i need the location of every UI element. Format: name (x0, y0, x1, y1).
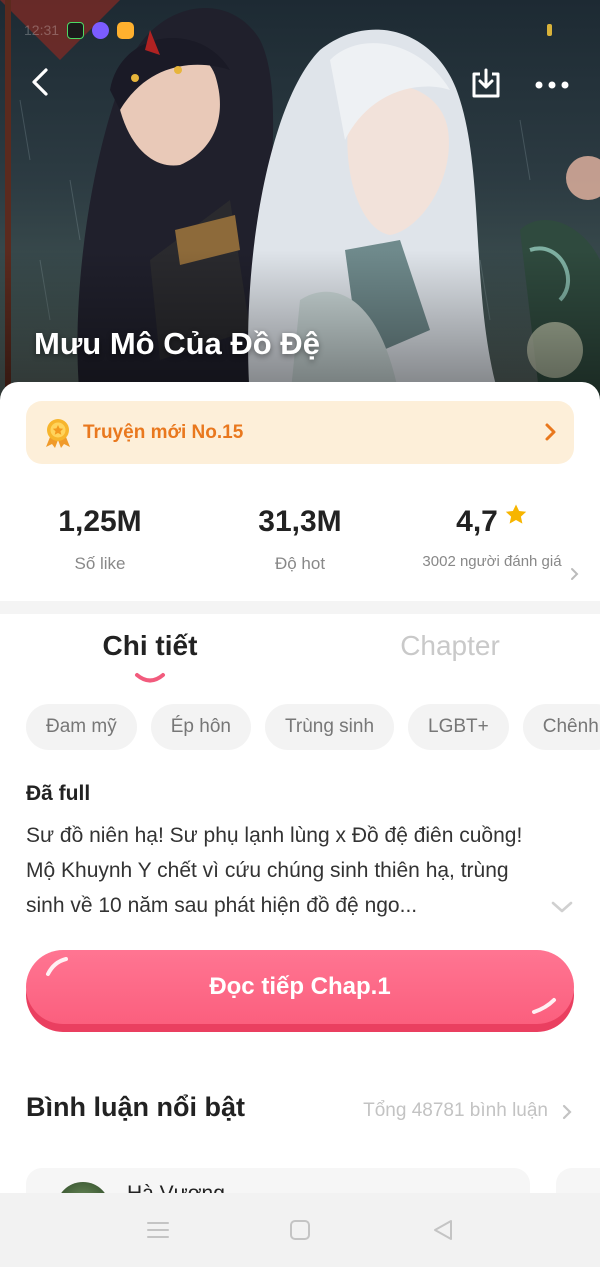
cover-banner: 12:31 Mưu Mô Của Đồ Đệ (0, 0, 600, 400)
chevron-right-icon (545, 423, 556, 441)
tag-chip[interactable]: Chênh (522, 704, 600, 750)
chevron-right-icon[interactable] (562, 1104, 572, 1120)
comments-total-link[interactable]: Tổng 48781 bình luận (363, 1100, 548, 1122)
status-bar: 12:31 (24, 20, 135, 40)
rating-value-row: 4,7 (392, 502, 592, 542)
rank-banner[interactable]: Truyện mới No.15 (26, 401, 574, 464)
photos-icon (117, 21, 135, 39)
tag-chip[interactable]: LGBT+ (408, 704, 509, 750)
tab-details[interactable]: Chi tiết (0, 630, 300, 662)
comic-title: Mưu Mô Của Đồ Đệ (34, 326, 320, 361)
tag-chip[interactable]: Trùng sinh (264, 704, 395, 750)
active-tab-indicator-icon (135, 673, 165, 683)
comments-header: Bình luận nổi bật Tổng 48781 bình luận (26, 1090, 574, 1130)
more-dots-icon (535, 81, 569, 89)
rating-chevron-icon[interactable] (570, 567, 580, 581)
rating-count-label: 3002 người đánh giá (422, 553, 562, 570)
download-icon (472, 68, 500, 98)
synopsis-text: Sư đồ niên hạ! Sư phụ lạnh lùng x Đồ đệ … (26, 824, 523, 917)
genre-tags: Đam mỹ Ép hôn Trùng sinh LGBT+ Chênh (26, 704, 600, 752)
continue-reading-button[interactable]: Đọc tiếp Chap.1 (26, 950, 574, 1032)
star-icon (505, 504, 527, 524)
stat-hot: 31,3M Độ hot (200, 502, 400, 574)
likes-label: Số like (74, 554, 126, 573)
more-options-button[interactable] (532, 68, 572, 102)
messenger-icon (92, 21, 110, 39)
rank-label: Truyện mới No.15 (83, 421, 244, 443)
tab-chapter[interactable]: Chapter (300, 630, 600, 662)
detail-sheet: Truyện mới No.15 1,25M Số like 31,3M Độ … (0, 382, 600, 1267)
section-divider (0, 601, 600, 614)
home-square-icon[interactable] (285, 1217, 315, 1243)
back-triangle-icon[interactable] (428, 1217, 458, 1243)
rating-value: 4,7 (456, 505, 498, 538)
chevron-left-icon (32, 68, 48, 96)
completion-status: Đã full (26, 782, 91, 805)
game-notification-icon (67, 21, 85, 39)
stat-rating[interactable]: 4,7 3002 người đánh giá (392, 502, 592, 572)
stat-likes: 1,25M Số like (0, 502, 200, 574)
status-time: 12:31 (24, 22, 60, 38)
tab-bar: Chi tiết Chapter (0, 614, 600, 686)
continue-reading-label: Đọc tiếp Chap.1 (209, 973, 391, 1000)
chevron-down-icon[interactable] (550, 900, 574, 914)
menu-icon[interactable] (143, 1217, 173, 1243)
hot-label: Độ hot (274, 554, 326, 573)
tag-chip[interactable]: Ép hôn (150, 704, 251, 750)
medal-icon (46, 418, 70, 448)
comments-title: Bình luận nổi bật (26, 1092, 245, 1122)
back-button[interactable] (22, 64, 58, 100)
system-navigation-bar (0, 1193, 600, 1267)
stats-row: 1,25M Số like 31,3M Độ hot 4,7 3002 ngườ… (0, 502, 600, 602)
download-button[interactable] (466, 64, 506, 104)
likes-value: 1,25M (58, 505, 142, 538)
hot-value: 31,3M (258, 505, 342, 538)
tag-chip[interactable]: Đam mỹ (26, 704, 137, 750)
battery-indicator-icon (547, 24, 552, 36)
